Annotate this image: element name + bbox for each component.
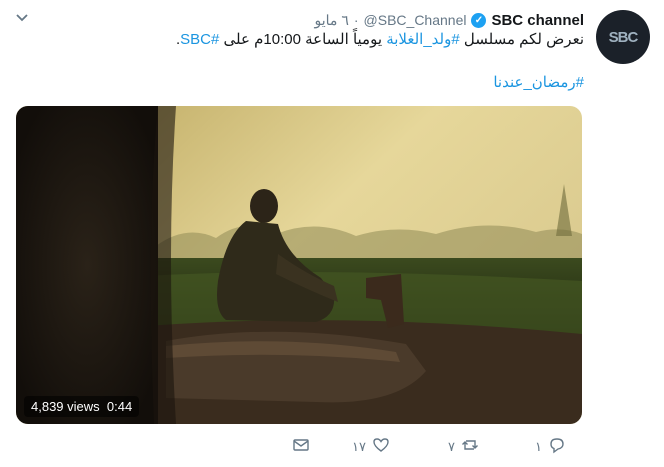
video-player[interactable]: [16, 106, 582, 424]
message-icon: [292, 436, 310, 457]
like-count: ١٧: [352, 438, 366, 454]
video-views: 4,839 views: [31, 399, 100, 414]
tweet-header: SBC channel ✓ @SBC_Channel · ٦ مايو: [315, 11, 584, 29]
tweet-text-prefix: نعرض لكم مسلسل: [459, 31, 584, 48]
retweet-icon: [461, 436, 479, 457]
heart-icon: [372, 436, 390, 457]
chevron-down-icon[interactable]: [14, 10, 30, 26]
reply-icon: [548, 436, 566, 457]
tweet-text-middle: يومياً الساعة 10:00م على: [219, 31, 387, 48]
video-frame-image: [16, 106, 582, 424]
user-handle[interactable]: @SBC_Channel: [364, 12, 467, 28]
avatar-logo-text: SBC: [608, 28, 639, 46]
tweet-text-line-2: #رمضان_عندنا: [493, 73, 584, 91]
hashtag-series-link[interactable]: #ولد_الغلابة: [386, 31, 460, 48]
reply-button[interactable]: ١: [535, 436, 566, 457]
verified-badge-icon: ✓: [471, 12, 487, 28]
tweet-action-bar: ١ ٧ ١٧: [0, 436, 664, 464]
avatar[interactable]: SBC: [596, 10, 650, 64]
video-views-badge: 4,839 views 0:44: [24, 396, 140, 417]
direct-message-button[interactable]: [292, 436, 310, 457]
like-button[interactable]: ١٧: [352, 436, 390, 457]
hashtag-ramadan-link[interactable]: #رمضان_عندنا: [493, 74, 584, 91]
reply-count: ١: [535, 438, 542, 454]
tweet-text: نعرض لكم مسلسل #ولد_الغلابة يومياً الساع…: [176, 30, 584, 48]
header-separator: ·: [353, 12, 359, 28]
retweet-count: ٧: [448, 438, 455, 454]
tweet-timestamp[interactable]: ٦ مايو: [315, 12, 349, 29]
display-name[interactable]: SBC channel: [491, 12, 584, 29]
hashtag-channel-link[interactable]: #SBC: [180, 31, 219, 48]
video-duration: 0:44: [106, 399, 133, 414]
retweet-button[interactable]: ٧: [448, 436, 479, 457]
